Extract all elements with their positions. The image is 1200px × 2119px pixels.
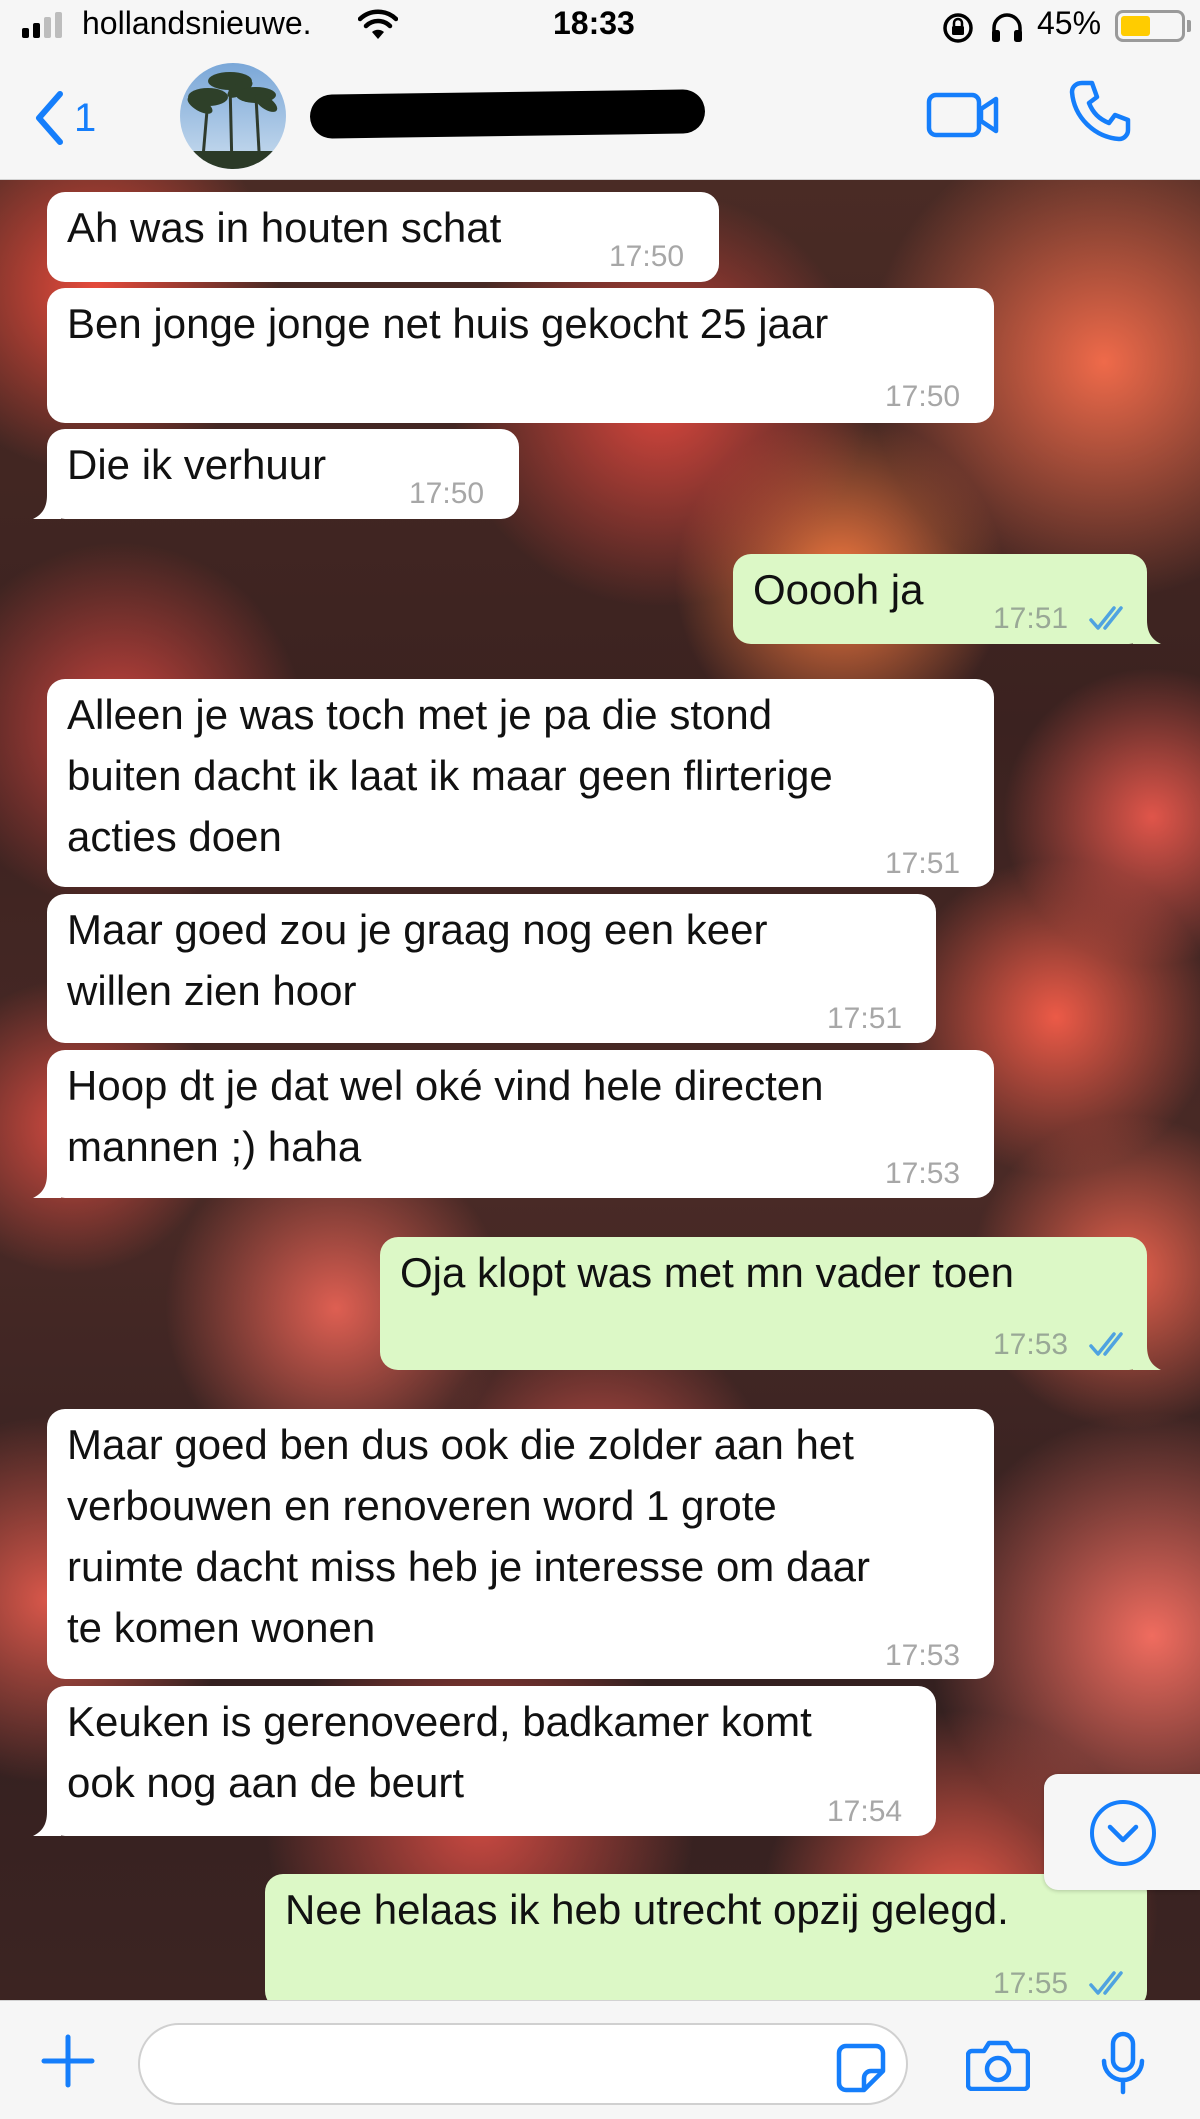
message-time: 17:55	[993, 1967, 1069, 2000]
chevron-down-circle-icon	[1090, 1800, 1156, 1866]
message-input[interactable]	[138, 2023, 908, 2105]
message-bubble-incoming[interactable]: Ah was in houten schat 17:50	[47, 192, 719, 282]
message-text: Die ik verhuur	[67, 441, 327, 488]
message-time: 17:54	[827, 1795, 903, 1828]
microphone-button[interactable]	[1100, 2031, 1146, 2100]
bubble-tail	[33, 1812, 61, 1836]
back-chevron-icon	[36, 91, 63, 145]
message-text: Maar goed zou je graag nog een keer will…	[67, 906, 768, 1014]
message-bubble-incoming[interactable]: Alleen je was toch met je pa die stond b…	[47, 679, 994, 887]
message-time: 17:53	[885, 1157, 961, 1190]
contact-avatar[interactable]	[180, 63, 286, 169]
carrier-name: hollandsnieuwe.	[82, 5, 312, 41]
message-bubble-incoming[interactable]: Maar goed ben dus ook die zolder aan het…	[47, 1409, 994, 1679]
message-text: Ooooh ja	[753, 566, 924, 613]
chat-messages-area[interactable]: Ah was in houten schat 17:50 Ben jonge j…	[0, 180, 1200, 2000]
read-receipt-icon	[1089, 1971, 1123, 1995]
read-receipt-icon	[1089, 1332, 1123, 1356]
plus-icon	[41, 2034, 95, 2088]
sticker-icon	[836, 2043, 886, 2093]
message-composer	[0, 2000, 1200, 2119]
contact-name-redaction	[309, 89, 706, 139]
message-bubble-outgoing[interactable]: Oja klopt was met mn vader toen 17:53	[380, 1237, 1161, 1370]
message-bubble-outgoing[interactable]: Ooooh ja 17:51	[733, 554, 1161, 644]
message-time: 17:50	[885, 380, 961, 413]
chat-header: 1	[0, 52, 1200, 180]
battery-level-fill	[1121, 16, 1150, 36]
message-text: Ah was in houten schat	[67, 204, 502, 251]
bubble-tail	[33, 1174, 61, 1198]
message-text: Alleen je was toch met je pa die stond b…	[67, 691, 833, 860]
message-text: Maar goed ben dus ook die zolder aan het…	[67, 1421, 871, 1651]
message-bubble-incoming[interactable]: Hoop dt je dat wel oké vind hele directe…	[33, 1050, 994, 1198]
sticker-button[interactable]	[836, 2043, 886, 2098]
message-bubble-incoming[interactable]: Ben jonge jonge net huis gekocht 25 jaar…	[47, 288, 994, 423]
status-time: 18:33	[553, 5, 635, 41]
headphones-icon	[992, 13, 1022, 42]
bubble-tail	[1133, 620, 1161, 644]
video-call-icon	[926, 92, 999, 138]
message-time: 17:50	[609, 240, 685, 273]
message-bubble-incoming[interactable]: Keuken is gerenoveerd, badkamer komt ook…	[33, 1686, 936, 1836]
message-bubble-incoming[interactable]: Die ik verhuur 17:50	[33, 429, 519, 519]
unread-count: 1	[74, 95, 97, 140]
microphone-icon	[1101, 2031, 1145, 2095]
message-time: 17:53	[993, 1328, 1069, 1361]
voice-call-button[interactable]	[1068, 79, 1132, 148]
camera-icon	[965, 2040, 1031, 2092]
status-bar: hollandsnieuwe. 18:33 45%	[0, 0, 1200, 52]
battery-icon	[1115, 10, 1185, 42]
message-text: Oja klopt was met mn vader toen	[400, 1249, 1014, 1296]
message-text: Ben jonge jonge net huis gekocht 25 jaar	[67, 300, 829, 347]
read-receipt-icon	[1089, 606, 1123, 630]
message-text: Hoop dt je dat wel oké vind hele directe…	[67, 1062, 824, 1170]
message-text: Keuken is gerenoveerd, badkamer komt ook…	[67, 1698, 812, 1806]
message-text: Nee helaas ik heb utrecht opzij gelegd.	[285, 1886, 1009, 1933]
back-button[interactable]: 1	[34, 88, 96, 148]
message-bubble-incoming[interactable]: Maar goed zou je graag nog een keer will…	[47, 894, 936, 1043]
message-time: 17:53	[885, 1639, 961, 1672]
bubble-tail	[1133, 1346, 1161, 1370]
message-time: 17:51	[885, 847, 961, 880]
message-time: 17:51	[993, 602, 1069, 635]
message-time: 17:51	[827, 1002, 903, 1035]
bubble-tail	[33, 495, 61, 519]
orientation-lock-icon	[943, 13, 973, 43]
message-bubble-outgoing[interactable]: Nee helaas ik heb utrecht opzij gelegd. …	[265, 1874, 1147, 2000]
camera-button[interactable]	[965, 2039, 1031, 2096]
phone-call-icon	[1069, 80, 1131, 142]
attach-button[interactable]	[38, 2031, 98, 2096]
battery-percent: 45%	[1037, 5, 1102, 41]
message-time: 17:50	[409, 477, 485, 510]
battery-tip	[1187, 20, 1191, 32]
scroll-to-bottom-button[interactable]	[1044, 1774, 1200, 1890]
video-call-button[interactable]	[926, 92, 1000, 143]
wifi-icon	[358, 9, 398, 39]
